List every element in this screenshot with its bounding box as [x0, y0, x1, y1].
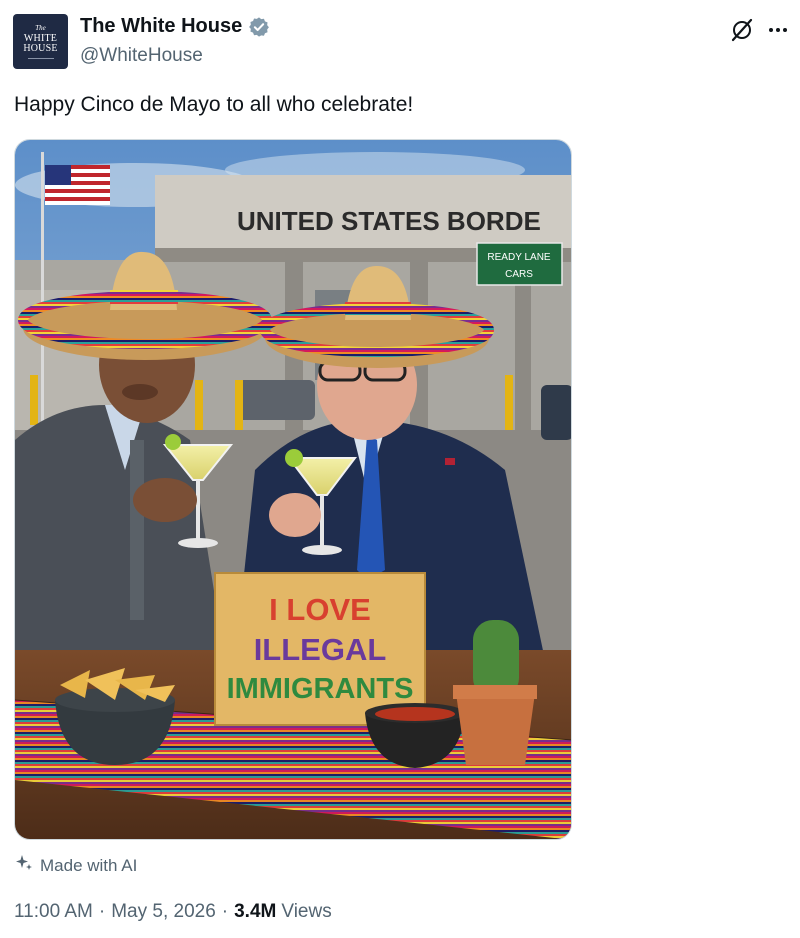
made-with-ai-label[interactable]: Made with AI — [14, 853, 137, 878]
tweet-date[interactable]: May 5, 2026 — [111, 901, 216, 923]
verified-badge-icon[interactable] — [248, 16, 270, 38]
views-count[interactable]: 3.4M — [234, 901, 276, 923]
border-building-sign: UNITED STATES BORDE — [237, 206, 541, 236]
author-name-row: The White House — [80, 15, 270, 38]
tweet-media-image[interactable]: UNITED STATES BORDE READY LANE CARS I LO… — [14, 139, 572, 840]
avatar-rule — [27, 57, 54, 59]
meta-separator: · — [98, 901, 106, 922]
american-flag — [45, 165, 110, 205]
avatar[interactable]: The WHITE HOUSE — [13, 14, 68, 69]
sparkle-icon — [14, 853, 34, 878]
avatar-text-the: The — [35, 23, 46, 32]
sign-line1: I LOVE — [269, 592, 371, 627]
ready-lane-sign-line2: CARS — [505, 269, 533, 280]
grok-icon[interactable] — [729, 17, 755, 43]
more-options-icon[interactable] — [765, 17, 791, 43]
avatar-text-house: HOUSE — [23, 42, 58, 54]
tweet-meta: 11:00 AM · May 5, 2026 · 3.4M Views — [14, 901, 332, 923]
sign-line2: ILLEGAL — [254, 632, 387, 667]
ready-lane-sign-line1: READY LANE — [487, 252, 551, 263]
meta-separator: · — [221, 901, 229, 922]
tweet-text: Happy Cinco de Mayo to all who celebrate… — [14, 93, 414, 116]
avatar-text-white: WHITE — [23, 32, 58, 44]
views-label: Views — [281, 901, 332, 922]
i-love-illegal-immigrants-sign: I LOVE ILLEGAL IMMIGRANTS — [214, 572, 426, 726]
sign-line3: IMMIGRANTS — [227, 673, 414, 705]
author-handle[interactable]: @WhiteHouse — [80, 45, 203, 67]
tweet-time[interactable]: 11:00 AM — [14, 901, 93, 923]
display-name[interactable]: The White House — [80, 15, 242, 38]
made-with-ai-text: Made with AI — [40, 855, 138, 875]
